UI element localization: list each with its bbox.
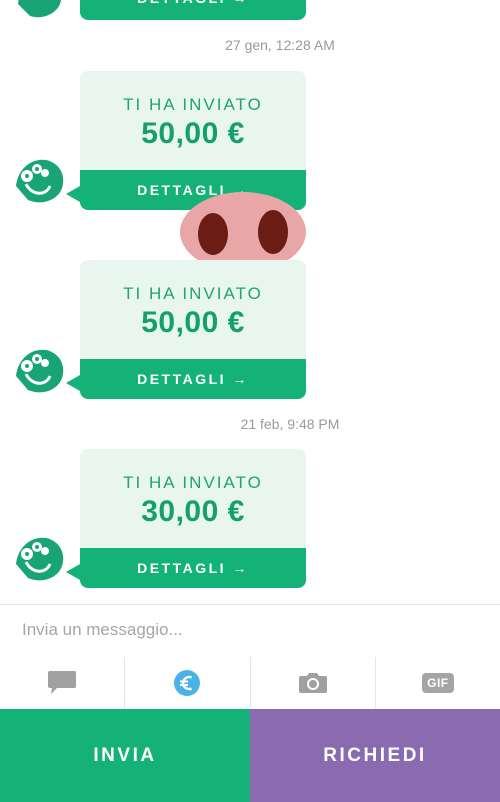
payment-card: TI HA INVIATO 30,00 € DETTAGLI → — [80, 449, 306, 588]
payment-card: TI HA INVIATO 50,00 € DETTAGLI → — [80, 260, 306, 399]
conversation-area[interactable]: DETTAGLI → 27 gen, 12:28 AM TI HA INVIAT… — [0, 0, 500, 604]
gif-tool-button[interactable]: GIF — [376, 657, 500, 709]
message-input[interactable] — [20, 619, 484, 641]
details-button[interactable]: DETTAGLI → — [80, 359, 306, 399]
card-label: TI HA INVIATO — [123, 473, 263, 492]
camera-tool-button[interactable] — [251, 657, 376, 709]
message-composer — [0, 604, 500, 658]
card-amount: 30,00 € — [141, 495, 245, 528]
payment-card: TI HA INVIATO 50,00 € DETTAGLI → — [80, 71, 306, 210]
timestamp: 27 gen, 12:28 AM — [225, 37, 335, 53]
details-button[interactable]: DETTAGLI → — [80, 548, 306, 588]
avatar — [13, 533, 65, 585]
card-amount: 50,00 € — [141, 117, 245, 150]
gif-icon: GIF — [422, 673, 454, 693]
card-label: TI HA INVIATO — [123, 284, 263, 303]
attachment-toolbar: GIF — [0, 657, 500, 709]
avatar — [13, 0, 65, 23]
bubble-tail — [66, 375, 80, 391]
card-label: TI HA INVIATO — [123, 95, 263, 114]
chat-tool-button[interactable] — [0, 657, 126, 709]
payment-tool-button[interactable] — [125, 657, 251, 709]
avatar — [13, 155, 65, 207]
request-button[interactable]: RICHIEDI — [250, 709, 500, 802]
bubble-tail — [66, 564, 80, 580]
send-button[interactable]: INVIA — [0, 709, 250, 802]
action-bar: INVIA RICHIEDI — [0, 709, 500, 802]
timestamp: 21 feb, 9:48 PM — [240, 416, 340, 432]
payment-card: DETTAGLI → — [80, 0, 306, 20]
card-amount: 50,00 € — [141, 306, 245, 339]
avatar — [13, 345, 65, 397]
details-button[interactable]: DETTAGLI → — [80, 0, 306, 20]
euro-icon — [174, 670, 201, 696]
chat-bubble-icon — [48, 671, 77, 694]
camera-icon — [298, 673, 327, 693]
bubble-tail — [66, 186, 80, 202]
